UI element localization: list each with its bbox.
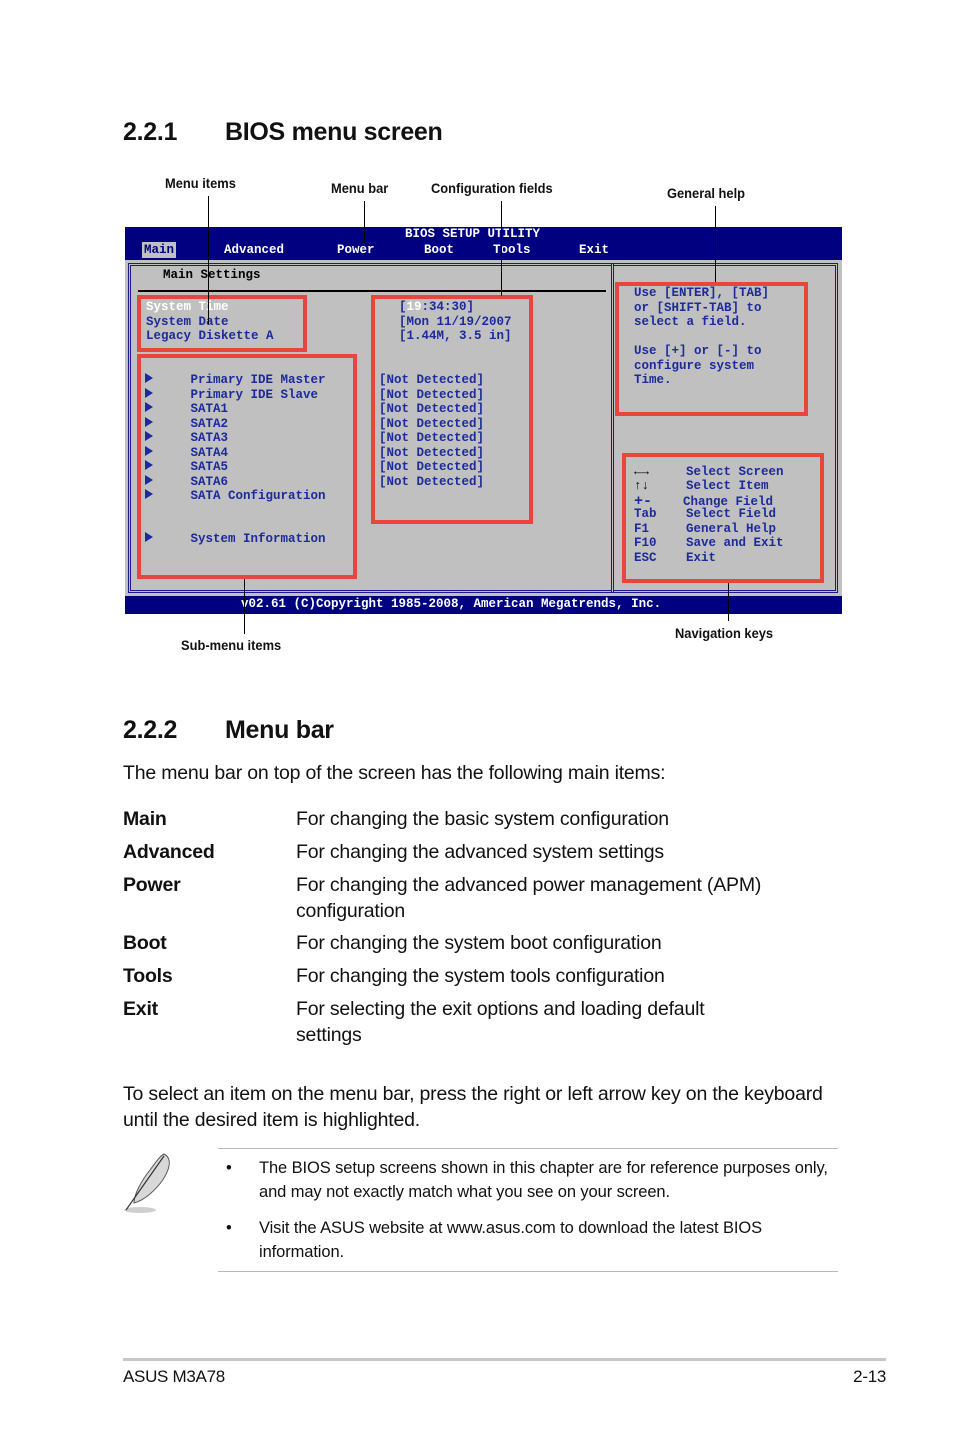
bios-copyright: v02.61 (C)Copyright 1985-2008, American … (241, 597, 662, 611)
bullet-dot: • (226, 1219, 232, 1237)
intro-paragraph: The menu bar on top of the screen has th… (123, 762, 666, 784)
section-number: 2.2.2 (123, 716, 178, 744)
footer-product: ASUS M3A78 (123, 1367, 225, 1386)
leader-line-navigation-keys (728, 583, 729, 621)
menu-tab-exit[interactable]: Exit (577, 242, 611, 258)
section-title: Menu bar (225, 716, 334, 744)
menu-term: Tools (123, 965, 173, 987)
menu-term: Power (123, 874, 181, 896)
menu-tab-tools[interactable]: Tools (491, 242, 533, 258)
highlight-sub-menu-items (137, 354, 357, 579)
leader-line-menu-items (208, 196, 209, 324)
section-number: 2.2.1 (123, 118, 178, 146)
bios-title: BIOS SETUP UTILITY (405, 227, 541, 241)
menu-tab-main[interactable]: Main (142, 242, 177, 258)
panel-title: Main Settings (163, 268, 261, 282)
leader-line-configuration-fields (501, 201, 502, 296)
menu-term: Exit (123, 998, 158, 1020)
menu-tab-advanced[interactable]: Advanced (222, 242, 286, 258)
highlight-menu-items (137, 295, 307, 352)
footer-page-number: 2-13 (853, 1367, 886, 1386)
leader-line-sub-menu-items (244, 579, 245, 634)
menu-desc: For changing the advanced system setting… (296, 841, 664, 863)
highlight-general-help (615, 282, 808, 416)
callout-menu-bar: Menu bar (331, 180, 389, 196)
callout-configuration-fields: Configuration fields (431, 180, 553, 196)
leader-line-menu-bar (364, 201, 365, 243)
note-top-rule (218, 1148, 838, 1149)
note-bullet-text: The BIOS setup screens shown in this cha… (259, 1159, 828, 1201)
menu-desc: For changing the advanced power manageme… (296, 874, 762, 922)
note-bullet-text: Visit the ASUS website at www.asus.com t… (259, 1219, 763, 1261)
footer-rule (123, 1358, 886, 1361)
highlight-configuration-fields (371, 295, 533, 524)
menu-term: Main (123, 808, 167, 830)
note-bullet: • Visit the ASUS website at www.asus.com… (226, 1217, 836, 1264)
menu-desc: For changing the basic system configurat… (296, 808, 669, 830)
select-instruction: To select an item on the menu bar, press… (123, 1083, 823, 1131)
callout-navigation-keys: Navigation keys (675, 625, 774, 641)
highlight-navigation-keys (622, 453, 824, 583)
menu-desc: For changing the system boot configurati… (296, 932, 662, 954)
feather-pen-icon (120, 1150, 180, 1220)
callout-general-help: General help (667, 185, 746, 201)
menu-desc: For selecting the exit options and loadi… (296, 998, 705, 1046)
menu-tab-boot[interactable]: Boot (422, 242, 456, 258)
bios-screen: BIOS SETUP UTILITY Main Advanced Power B… (125, 227, 842, 614)
note-bullet: • The BIOS setup screens shown in this c… (226, 1157, 836, 1204)
menu-term: Boot (123, 932, 167, 954)
bios-title-bar: BIOS SETUP UTILITY Main Advanced Power B… (125, 227, 842, 260)
menu-tab-power[interactable]: Power (335, 242, 377, 258)
menu-desc: For changing the system tools configurat… (296, 965, 665, 987)
note-bottom-rule (218, 1271, 838, 1272)
section-title: BIOS menu screen (225, 118, 443, 146)
bullet-dot: • (226, 1159, 232, 1177)
callout-sub-menu-items: Sub-menu items (181, 637, 282, 653)
callout-menu-items: Menu items (165, 175, 236, 191)
section-heading-2-2-1: 2.2.1 BIOS menu screen (123, 118, 443, 147)
bios-footer: v02.61 (C)Copyright 1985-2008, American … (125, 596, 842, 614)
leader-line-general-help (715, 206, 716, 282)
menu-term: Advanced (123, 841, 215, 863)
section-heading-2-2-2: 2.2.2 Menu bar (123, 716, 334, 745)
